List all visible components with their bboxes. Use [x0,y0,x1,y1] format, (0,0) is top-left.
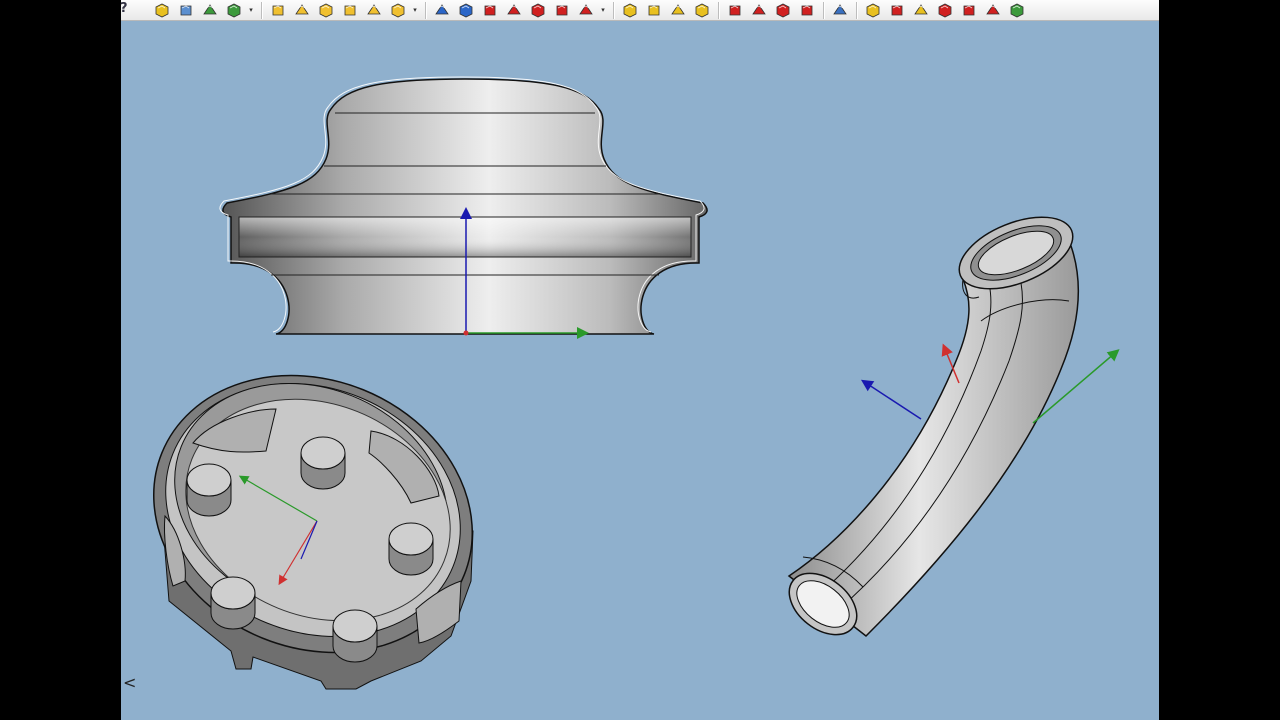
sketch-map-button[interactable] [910,1,931,20]
toolbar-separator [425,1,426,19]
toolbar-separator [261,1,262,19]
collapse-panel-arrow[interactable]: < [123,673,136,692]
main-toolbar: ▾ ▾ ▾ [121,0,1159,21]
export-options-button[interactable] [223,1,244,20]
validate-sketch-icon [865,2,881,18]
sketch-mirror-icon [985,2,1001,18]
open-folder-icon [178,2,194,18]
toolbar-separator [856,1,857,19]
swept-pipe-part[interactable] [778,203,1120,647]
revolved-bell-part[interactable] [219,76,708,339]
hole-icon [458,2,474,18]
sketch-map-icon [913,2,929,18]
mirror-icon [622,2,638,18]
sketch-reorient-icon [937,2,953,18]
toolbar-separator [823,1,824,19]
chevron-down-icon[interactable]: ▾ [411,1,419,20]
toolbar-separator [718,1,719,19]
round-tray-part[interactable] [121,329,514,700]
subtractive-helix-icon [554,2,570,18]
pocket-button[interactable] [431,1,452,20]
sketch-view-button[interactable] [1006,1,1027,20]
pad-icon [270,2,286,18]
groove-button[interactable] [479,1,500,20]
draft-icon [775,2,791,18]
loft-icon [318,2,334,18]
sketch-view-icon [1009,2,1025,18]
new-part-icon [154,2,170,18]
revolve-button[interactable] [291,1,312,20]
additive-primitive-icon [390,2,406,18]
chevron-down-icon[interactable]: ▾ [599,1,607,20]
export-button[interactable] [199,1,220,20]
subtractive-helix-button[interactable] [551,1,572,20]
helix-button[interactable] [363,1,384,20]
fillet-button[interactable] [724,1,745,20]
polar-pattern-icon [670,2,686,18]
loft-button[interactable] [315,1,336,20]
boolean-icon [832,2,848,18]
hole-button[interactable] [455,1,476,20]
sketch-merge-icon [961,2,977,18]
subtractive-pipe-icon [530,2,546,18]
thickness-button[interactable] [796,1,817,20]
left-letterbox [0,0,121,720]
whats-this-help-icon[interactable]: ? [120,0,134,18]
export-options-icon [226,2,242,18]
subtractive-primitive-button[interactable] [575,1,596,20]
additive-primitive-button[interactable] [387,1,408,20]
chamfer-icon [751,2,767,18]
right-letterbox [1159,0,1280,720]
linear-pattern-icon [646,2,662,18]
origin-point [463,330,469,336]
revolve-icon [294,2,310,18]
chamfer-button[interactable] [748,1,769,20]
sketch-merge-button[interactable] [958,1,979,20]
scene-canvas[interactable] [121,21,1159,720]
subtractive-loft-icon [506,2,522,18]
multi-transform-button[interactable] [691,1,712,20]
multi-transform-icon [694,2,710,18]
validate-sketch-button[interactable] [862,1,883,20]
open-folder-button[interactable] [175,1,196,20]
subtractive-pipe-button[interactable] [527,1,548,20]
toolbar-separator [613,1,614,19]
thickness-icon [799,2,815,18]
polar-pattern-button[interactable] [667,1,688,20]
sketch-check-button[interactable] [886,1,907,20]
pad-button[interactable] [267,1,288,20]
draft-button[interactable] [772,1,793,20]
pocket-icon [434,2,450,18]
subtractive-primitive-icon [578,2,594,18]
pipe-button[interactable] [339,1,360,20]
3d-viewport[interactable]: < [121,21,1159,720]
mirror-button[interactable] [619,1,640,20]
sketch-reorient-button[interactable] [934,1,955,20]
subtractive-loft-button[interactable] [503,1,524,20]
sketch-check-icon [889,2,905,18]
sketch-mirror-button[interactable] [982,1,1003,20]
freecad-window: ▾ ▾ ▾ < [121,0,1159,720]
groove-icon [482,2,498,18]
new-part-button[interactable] [151,1,172,20]
linear-pattern-button[interactable] [643,1,664,20]
boolean-button[interactable] [829,1,850,20]
fillet-icon [727,2,743,18]
chevron-down-icon[interactable]: ▾ [247,1,255,20]
helix-icon [366,2,382,18]
pipe-icon [342,2,358,18]
export-icon [202,2,218,18]
